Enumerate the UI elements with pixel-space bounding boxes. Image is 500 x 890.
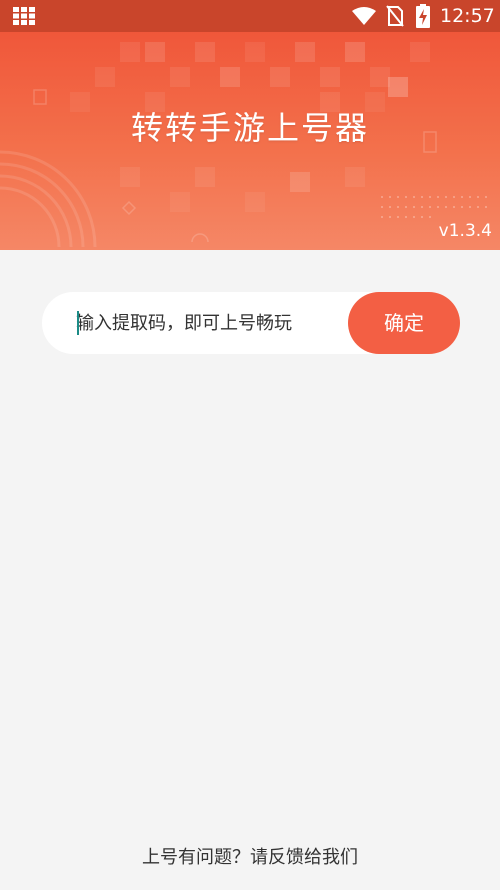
feedback-link[interactable]: 上号有问题？请反馈给我们 bbox=[0, 845, 500, 871]
app-screen: 12:57 转转手游上号器 v1.3.4 输入提取码，即可上号畅玩 确定 上号有… bbox=[0, 0, 500, 890]
wifi-icon bbox=[352, 7, 376, 25]
header-banner: 转转手游上号器 v1.3.4 bbox=[0, 32, 500, 250]
extraction-code-input[interactable] bbox=[76, 292, 344, 354]
battery-charging-icon bbox=[416, 4, 430, 28]
no-sim-icon bbox=[386, 5, 404, 27]
status-clock: 12:57 bbox=[440, 5, 495, 27]
app-title: 转转手游上号器 bbox=[130, 109, 369, 147]
confirm-button[interactable]: 确定 bbox=[348, 292, 460, 354]
version-label: v1.3.4 bbox=[438, 221, 492, 241]
status-bar: 12:57 bbox=[0, 0, 500, 32]
app-grid-icon bbox=[13, 7, 35, 25]
text-cursor bbox=[77, 311, 79, 335]
extraction-code-row: 确定 bbox=[42, 292, 460, 354]
